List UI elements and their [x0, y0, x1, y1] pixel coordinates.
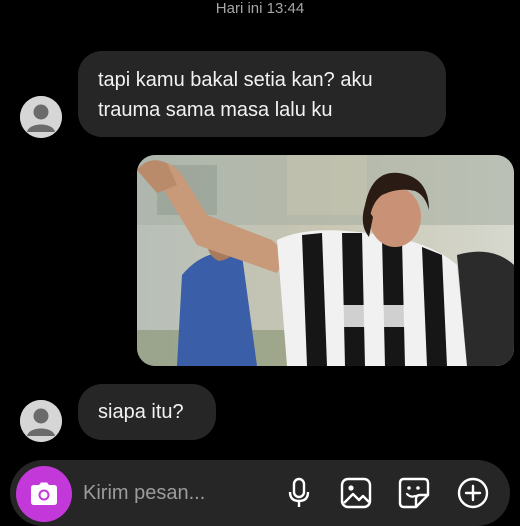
message-composer: Kirim pesan... [10, 460, 510, 526]
shared-photo-message[interactable] [137, 155, 514, 366]
message-text-line: tapi kamu bakal setia kan? aku [98, 69, 373, 91]
sender-avatar[interactable] [20, 400, 62, 442]
sticker-button[interactable] [397, 476, 431, 510]
message-text-line: trauma sama masa lalu ku [98, 99, 333, 121]
message-input[interactable]: Kirim pesan... [83, 482, 205, 505]
sticker-icon [398, 477, 430, 509]
sender-avatar[interactable] [20, 96, 62, 138]
gallery-icon [340, 477, 372, 509]
message-bubble[interactable]: tapi kamu bakal setia kan? aku trauma sa… [78, 51, 446, 137]
camera-button[interactable] [16, 466, 72, 522]
camera-icon [31, 482, 57, 505]
message-text: siapa itu? [98, 401, 184, 423]
conversation-timestamp: Hari ini 13:44 [215, 0, 305, 17]
microphone-button[interactable] [282, 476, 316, 510]
plus-icon [457, 477, 489, 509]
gallery-button[interactable] [339, 476, 373, 510]
message-bubble[interactable]: siapa itu? [78, 384, 216, 440]
plus-button[interactable] [456, 476, 490, 510]
microphone-icon [288, 477, 310, 507]
